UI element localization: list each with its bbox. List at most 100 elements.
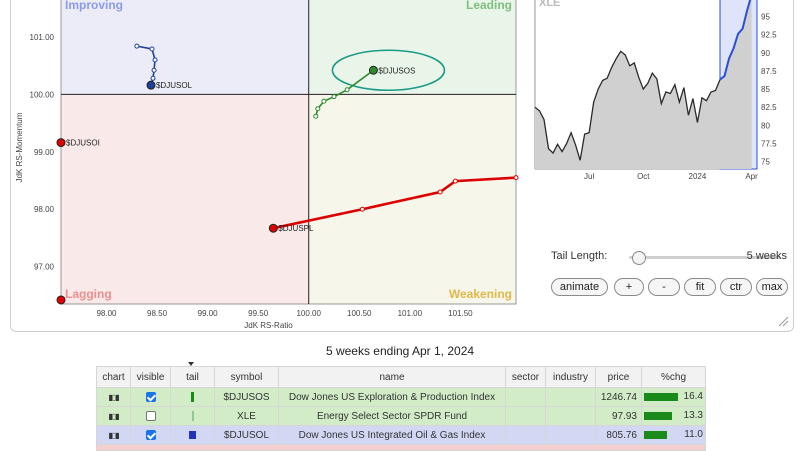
series-tail-point-djusol[interactable] bbox=[135, 44, 139, 48]
series-head-djuspl[interactable] bbox=[269, 224, 277, 232]
quadrant-label-improving: Improving bbox=[65, 0, 123, 12]
series-label-djusoi: $DJUSOI bbox=[66, 139, 100, 148]
fit-button[interactable]: fit bbox=[684, 278, 716, 296]
series-tail-point-djusos[interactable] bbox=[322, 99, 326, 103]
price-x-tick-label: 2024 bbox=[689, 172, 707, 181]
tail-color-swatch[interactable] bbox=[192, 411, 194, 421]
price-y-tick-label: 82.5 bbox=[761, 103, 777, 112]
series-label-djusos: $DJUSOS bbox=[378, 66, 415, 75]
price-y-tick-label: 90 bbox=[761, 49, 770, 58]
series-tail-point-djusos[interactable] bbox=[345, 88, 349, 92]
col-industry[interactable]: industry bbox=[546, 367, 596, 388]
series-tail-point-djusol[interactable] bbox=[152, 68, 156, 72]
quadrant-lagging bbox=[61, 94, 309, 304]
y-tick-label: 99.00 bbox=[34, 148, 55, 157]
x-tick-label: 101.50 bbox=[448, 309, 473, 318]
price-x-tick-label: Jul bbox=[584, 172, 594, 181]
col-price[interactable]: price bbox=[596, 367, 642, 388]
y-tick-label: 97.00 bbox=[34, 263, 55, 272]
series-head-unlabeled[interactable] bbox=[57, 296, 65, 304]
visible-checkbox[interactable] bbox=[146, 430, 156, 440]
col-sector[interactable]: sector bbox=[506, 367, 546, 388]
sector-cell bbox=[506, 388, 546, 407]
max-button[interactable]: max bbox=[756, 278, 788, 296]
col-symbol[interactable]: symbol bbox=[215, 367, 279, 388]
col-tail[interactable]: tail bbox=[171, 367, 215, 388]
series-head-djusos[interactable] bbox=[369, 66, 377, 74]
animate-button[interactable]: animate bbox=[551, 278, 608, 296]
y-tick-label: 98.00 bbox=[34, 205, 55, 214]
x-tick-label: 101.00 bbox=[398, 309, 423, 318]
quadrant-label-lagging: Lagging bbox=[65, 287, 112, 301]
name-cell: Energy Select Sector SPDR Fund bbox=[279, 407, 506, 426]
symbol-cell[interactable]: $DJUSOL bbox=[215, 426, 279, 445]
price-y-tick-label: 75 bbox=[761, 158, 770, 167]
visible-checkbox[interactable] bbox=[146, 411, 156, 421]
series-head-djusoi[interactable] bbox=[57, 139, 65, 147]
series-label-djuspl: $DJUSPL bbox=[278, 224, 314, 233]
price-chart[interactable]: 97.937577.58082.58587.59092.595JulOct202… bbox=[529, 0, 791, 201]
x-tick-label: 98.00 bbox=[96, 309, 117, 318]
series-tail-point-djusos[interactable] bbox=[332, 95, 336, 99]
chart-link-icon[interactable]: ▮▯▮ bbox=[108, 412, 118, 421]
price-chart-title: XLE bbox=[539, 0, 560, 9]
chart-link-icon[interactable]: ▮▯▮ bbox=[108, 393, 118, 402]
x-tick-label: 98.50 bbox=[147, 309, 168, 318]
name-cell: Dow Jones US Exploration & Production In… bbox=[279, 388, 506, 407]
x-tick-label: 99.00 bbox=[198, 309, 219, 318]
series-tail-point-djuspl[interactable] bbox=[438, 190, 442, 194]
resize-grip-icon[interactable] bbox=[777, 315, 789, 327]
x-tick-label: 100.50 bbox=[347, 309, 372, 318]
zoom-out-button[interactable]: - bbox=[648, 278, 680, 296]
series-tail-point-djuspl[interactable] bbox=[453, 179, 457, 183]
pct-change-value: 16.4 bbox=[684, 391, 703, 402]
y-axis-label: JdK RS-Momentum bbox=[15, 112, 24, 182]
pct-change-bar bbox=[644, 431, 667, 439]
quadrant-label-leading: Leading bbox=[466, 0, 512, 12]
series-tail-point-djuspl[interactable] bbox=[514, 176, 518, 180]
series-tail-point-djusos[interactable] bbox=[314, 114, 318, 118]
col-pct-change[interactable]: %chg bbox=[642, 367, 706, 388]
tail-length-label: Tail Length: bbox=[551, 250, 607, 262]
series-tail-point-djusol[interactable] bbox=[151, 76, 155, 80]
tail-color-swatch[interactable] bbox=[189, 431, 196, 439]
date-range-caption: 5 weeks ending Apr 1, 2024 bbox=[0, 344, 800, 358]
tail-color-swatch[interactable] bbox=[191, 392, 194, 402]
col-visible[interactable]: visible bbox=[131, 367, 171, 388]
price-y-tick-label: 77.5 bbox=[761, 140, 777, 149]
price-cell: 1246.74 bbox=[596, 388, 642, 407]
series-tail-point-djuspl[interactable] bbox=[360, 207, 364, 211]
pct-change-value: 13.3 bbox=[684, 410, 703, 421]
symbol-cell[interactable]: $DJUSOS bbox=[215, 388, 279, 407]
price-y-tick-label: 95 bbox=[761, 12, 770, 21]
industry-cell bbox=[546, 388, 596, 407]
y-tick-label: 100.00 bbox=[30, 90, 55, 99]
series-tail-point-djusol[interactable] bbox=[153, 58, 157, 62]
table-row[interactable]: ▮▯▮XLEEnergy Select Sector SPDR Fund97.9… bbox=[97, 407, 706, 426]
price-x-tick-label: Oct bbox=[637, 172, 650, 181]
price-x-tick-label: Apr bbox=[745, 172, 758, 181]
tail-length-value: 5 weeks bbox=[747, 250, 787, 262]
col-chart[interactable]: chart bbox=[97, 367, 131, 388]
series-tail-point-djusos[interactable] bbox=[316, 107, 320, 111]
tail-length-slider-handle[interactable] bbox=[632, 251, 646, 265]
industry-cell bbox=[546, 426, 596, 445]
col-name[interactable]: name bbox=[279, 367, 506, 388]
center-button[interactable]: ctr bbox=[720, 278, 752, 296]
pct-change-value: 11.0 bbox=[684, 429, 703, 440]
symbol-cell[interactable]: XLE bbox=[215, 407, 279, 426]
symbols-table: chart visible tail symbol name sector in… bbox=[96, 366, 706, 451]
quadrant-label-weakening: Weakening bbox=[449, 287, 512, 301]
table-row[interactable]: ▮▯▮ $DJUSOLDow Jones US Integrated Oil & … bbox=[97, 426, 706, 445]
price-cell: 805.76 bbox=[596, 426, 642, 445]
relative-rotation-graph[interactable]: Improving Leading Lagging Weakening 98.00 98.… bbox=[11, 0, 529, 331]
name-cell: Dow Jones US Integrated Oil & Gas Index bbox=[279, 426, 506, 445]
x-tick-label: 99.50 bbox=[248, 309, 269, 318]
table-row[interactable]: ▮▯▮ $DJUSOSDow Jones US Exploration & Pro… bbox=[97, 388, 706, 407]
series-head-djusol[interactable] bbox=[147, 81, 155, 89]
visible-checkbox[interactable] bbox=[146, 392, 156, 402]
zoom-in-button[interactable]: + bbox=[614, 278, 644, 296]
chart-link-icon[interactable]: ▮▯▮ bbox=[108, 431, 118, 440]
series-tail-point-djusol[interactable] bbox=[150, 47, 154, 51]
x-tick-label: 100.00 bbox=[296, 309, 321, 318]
